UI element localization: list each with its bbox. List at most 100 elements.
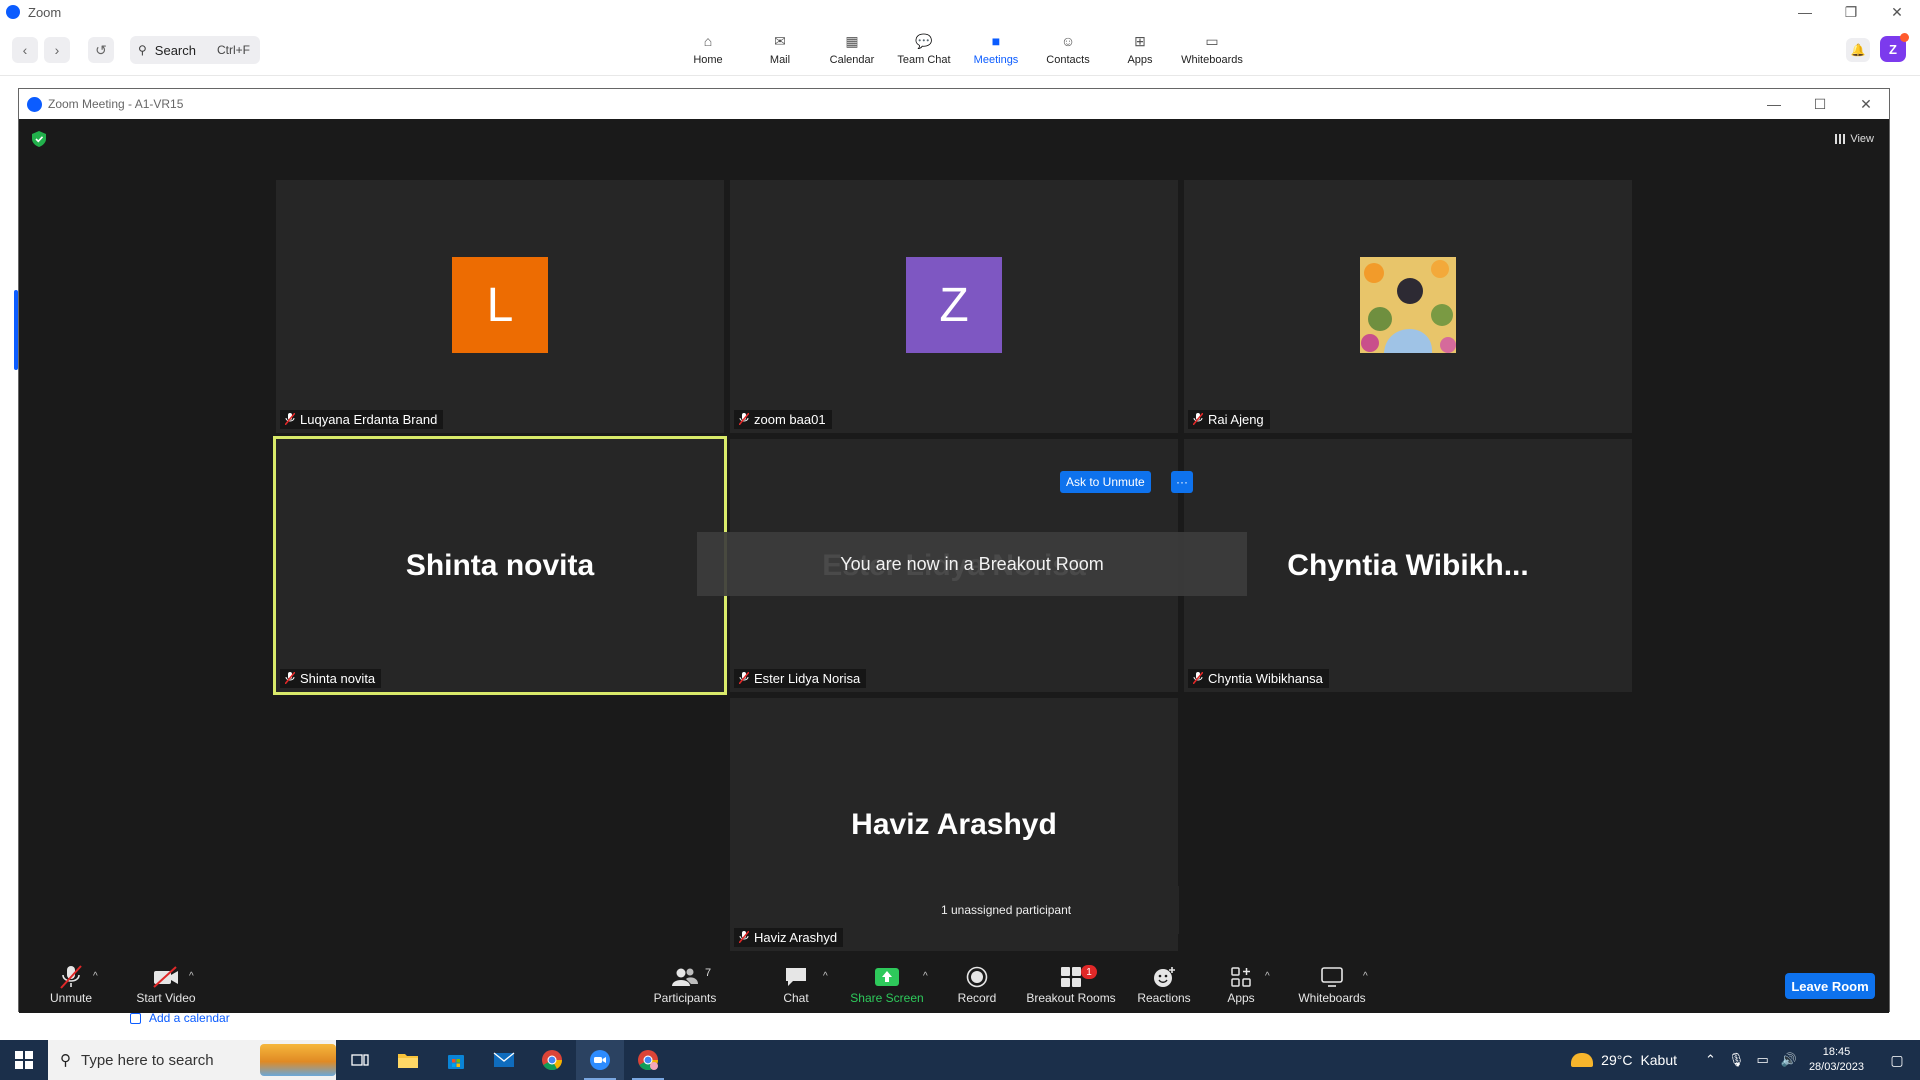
encryption-shield-icon[interactable]: [32, 131, 46, 147]
view-button[interactable]: View: [1835, 129, 1874, 149]
avatar[interactable]: Z: [1880, 33, 1909, 62]
meeting-window-controls: — ☐ ✕: [1751, 89, 1889, 119]
participant-name: zoom baa01: [754, 412, 826, 427]
search-icon: ⚲: [60, 1052, 71, 1069]
mic-muted-icon: [285, 413, 295, 425]
participant-tile[interactable]: Z zoom baa01: [730, 180, 1178, 433]
chat-icon: 💬: [915, 32, 933, 49]
zoom-icon[interactable]: [576, 1040, 624, 1080]
video-icon: ■: [991, 33, 1001, 49]
minimize-button[interactable]: —: [1782, 0, 1828, 24]
avatar-letter: Z: [1889, 41, 1897, 57]
breakout-rooms-label: Breakout Rooms: [1026, 991, 1116, 1005]
back-button[interactable]: ‹: [12, 37, 38, 63]
avatar: L: [452, 257, 548, 353]
notification-center-icon[interactable]: ▢: [1882, 1052, 1912, 1069]
clock[interactable]: 18:45 28/03/2023: [1809, 1045, 1864, 1075]
participants-button[interactable]: 7 Participants: [635, 963, 735, 1013]
tab-team-chat[interactable]: 💬 Team Chat: [885, 32, 963, 72]
close-button[interactable]: ✕: [1874, 0, 1920, 24]
tab-label: Apps: [1127, 54, 1153, 66]
chat-button[interactable]: Chat: [766, 963, 826, 1013]
participant-name-tag: Rai Ajeng: [1188, 410, 1270, 429]
chevron-up-icon[interactable]: ⌃: [1705, 1052, 1716, 1068]
participant-tile[interactable]: L Luqyana Erdanta Brand: [276, 180, 724, 433]
tooltip-text: 1 unassigned participant: [941, 903, 1072, 917]
participant-name: Shinta novita: [300, 671, 376, 686]
weather-widget[interactable]: 29°C Kabut: [1571, 1052, 1677, 1068]
clock-time: 18:45: [1822, 1046, 1851, 1058]
share-options-caret[interactable]: ^: [923, 971, 928, 982]
whiteboard-icon: ▭: [1205, 32, 1219, 49]
mail-icon[interactable]: [480, 1040, 528, 1080]
calendar-icon: [130, 1012, 141, 1024]
participant-tile-active-speaker[interactable]: Shinta novita Shinta novita: [273, 436, 727, 695]
mic-muted-icon: [739, 672, 749, 684]
volume-icon[interactable]: 🔊: [1781, 1052, 1797, 1068]
add-calendar-label: Add a calendar: [149, 1011, 230, 1025]
chat-options-caret[interactable]: ^: [823, 971, 828, 982]
forward-button[interactable]: ›: [44, 37, 70, 63]
whiteboards-button[interactable]: Whiteboards: [1291, 963, 1373, 1013]
file-explorer-icon[interactable]: [384, 1040, 432, 1080]
maximize-button[interactable]: ☐: [1797, 89, 1843, 119]
search-shortcut: Ctrl+F: [217, 43, 250, 57]
notifications-button[interactable]: 🔔: [1846, 38, 1870, 62]
participant-tile[interactable]: Rai Ajeng: [1184, 180, 1632, 433]
share-screen-icon: [874, 963, 900, 991]
taskbar-search-input[interactable]: ⚲ Type here to search: [48, 1040, 336, 1080]
search-input[interactable]: ⚲ Search Ctrl+F: [130, 36, 260, 64]
history-button[interactable]: ↺: [88, 37, 114, 63]
tab-apps[interactable]: ⊞ Apps: [1101, 32, 1179, 72]
tab-mail[interactable]: ✉ Mail: [741, 32, 819, 72]
tab-calendar[interactable]: ▦ Calendar: [813, 32, 891, 72]
profile-photo-image: [1360, 257, 1456, 353]
whiteboards-options-caret[interactable]: ^: [1363, 971, 1368, 982]
tab-label: Home: [693, 54, 723, 66]
task-view-icon[interactable]: [336, 1040, 384, 1080]
app-window-controls: — ❐ ✕: [1782, 0, 1920, 24]
network-icon[interactable]: ▭: [1756, 1052, 1768, 1068]
apps-icon: [1230, 963, 1252, 991]
unmute-label: Unmute: [49, 991, 93, 1005]
apps-button[interactable]: Apps: [1221, 963, 1261, 1013]
taskbar-search-placeholder: Type here to search: [81, 1051, 214, 1069]
reactions-icon: [1152, 963, 1176, 991]
zoom-logo-icon: [6, 5, 20, 19]
apps-options-caret[interactable]: ^: [1265, 971, 1270, 982]
record-button[interactable]: Record: [947, 963, 1007, 1013]
ask-to-unmute-button[interactable]: Ask to Unmute: [1060, 471, 1151, 493]
tab-meetings[interactable]: ■ Meetings: [957, 32, 1035, 72]
breakout-badge: 1: [1081, 965, 1097, 979]
chrome-icon[interactable]: [528, 1040, 576, 1080]
participant-tile[interactable]: Chyntia Wibikh... Chyntia Wibikhansa: [1184, 439, 1632, 692]
breakout-rooms-button[interactable]: 1 Breakout Rooms: [1023, 963, 1119, 1013]
unmute-button[interactable]: Unmute: [41, 963, 101, 1013]
tab-whiteboards[interactable]: ▭ Whiteboards: [1173, 32, 1251, 72]
chrome-profile-icon[interactable]: [624, 1040, 672, 1080]
start-button[interactable]: [0, 1040, 48, 1080]
tab-label: Meetings: [973, 54, 1019, 66]
participants-count: 7: [705, 967, 712, 979]
share-screen-button[interactable]: Share Screen: [842, 963, 932, 1013]
minimize-button[interactable]: —: [1751, 89, 1797, 119]
video-options-caret[interactable]: ^: [189, 971, 194, 982]
more-options-button[interactable]: ···: [1171, 471, 1193, 493]
leave-room-button[interactable]: Leave Room: [1785, 973, 1875, 999]
participants-label: Participants: [653, 991, 717, 1005]
tab-home[interactable]: ⌂ Home: [669, 32, 747, 72]
close-button[interactable]: ✕: [1843, 89, 1889, 119]
start-video-button[interactable]: Start Video: [123, 963, 209, 1013]
participant-name: Chyntia Wibikhansa: [1208, 671, 1323, 686]
windows-taskbar: ⚲ Type here to search 29°C Kabut ⌃ 🎙 ▭ 🔊: [0, 1040, 1920, 1080]
system-tray: 29°C Kabut ⌃ 🎙 ▭ 🔊 18:45 28/03/2023 ▢: [1571, 1040, 1920, 1080]
microphone-icon[interactable]: 🎙: [1728, 1052, 1745, 1068]
participant-name-tag: Luqyana Erdanta Brand: [280, 410, 444, 429]
tab-contacts[interactable]: ☺ Contacts: [1029, 32, 1107, 72]
audio-options-caret[interactable]: ^: [93, 971, 98, 982]
add-calendar-link[interactable]: Add a calendar: [130, 1011, 230, 1025]
reactions-button[interactable]: Reactions: [1131, 963, 1197, 1013]
restore-button[interactable]: ❐: [1828, 0, 1874, 24]
tab-label: Mail: [769, 54, 791, 66]
microsoft-store-icon[interactable]: [432, 1040, 480, 1080]
